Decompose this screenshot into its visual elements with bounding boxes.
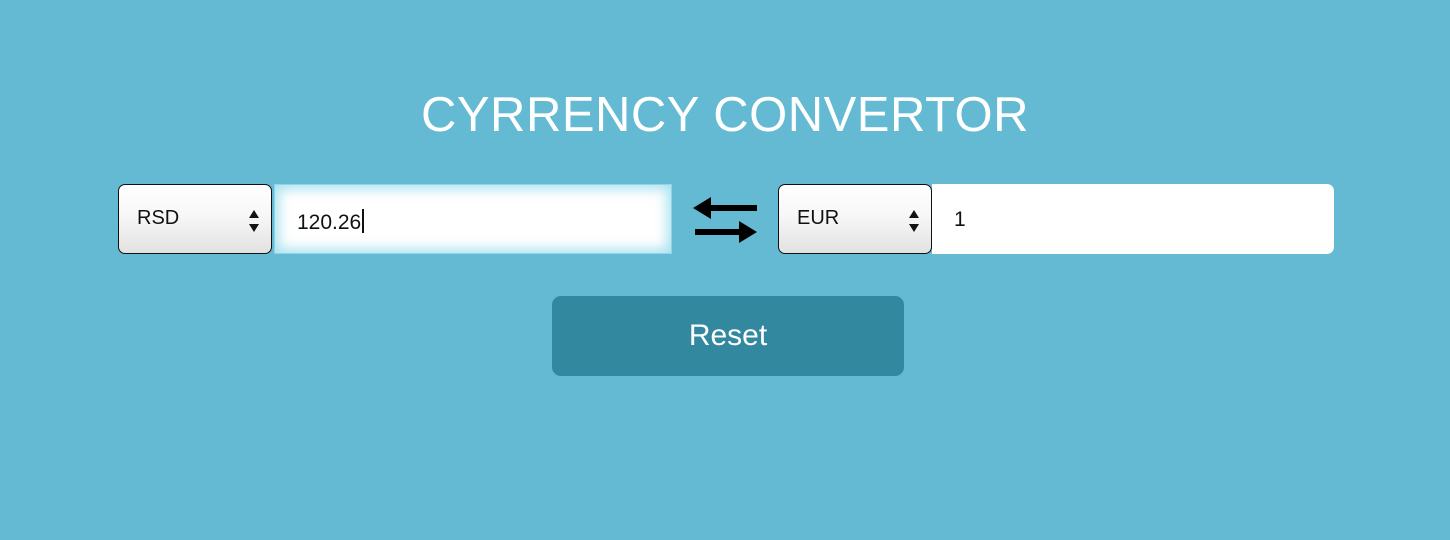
to-currency-value: EUR <box>797 207 840 229</box>
reset-button[interactable]: Reset <box>552 296 904 376</box>
select-arrows-icon <box>249 210 259 232</box>
from-currency-select[interactable]: RSD <box>118 184 272 254</box>
from-amount-input[interactable]: 120.26 <box>274 184 672 254</box>
from-currency-value: RSD <box>137 207 180 229</box>
select-arrows-icon <box>909 210 919 232</box>
to-currency-select[interactable]: EUR <box>778 184 932 254</box>
to-amount-input[interactable]: 1 <box>932 184 1334 254</box>
text-caret <box>362 209 364 233</box>
to-amount-value: 1 <box>954 208 966 231</box>
swap-arrows-icon[interactable] <box>693 196 759 246</box>
from-amount-value: 120.26 <box>297 209 364 235</box>
page-title: CYRRENCY CONVERTOR <box>420 88 1029 142</box>
